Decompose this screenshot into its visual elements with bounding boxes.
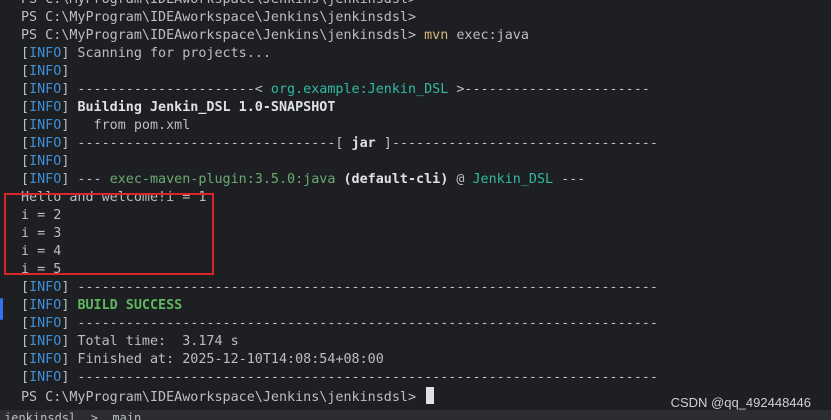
info-tag: INFO	[29, 154, 62, 169]
info-tag: INFO	[29, 298, 62, 313]
terminal-text: jar	[351, 136, 376, 151]
info-tag: INFO	[29, 82, 62, 97]
terminal-line: PS C:\MyProgram\IDEAworkspace\Jenkins\je…	[21, 387, 658, 405]
terminal-text: BUILD SUCCESS	[77, 298, 183, 313]
terminal-line: [INFO] ---------------------------------…	[21, 369, 658, 387]
terminal-text: ]	[61, 100, 78, 115]
terminal-text: ] --------------------------------[	[61, 136, 352, 151]
terminal-text: ]	[61, 298, 78, 313]
info-tag: INFO	[29, 280, 62, 295]
info-tag: INFO	[29, 46, 62, 61]
terminal-text: ]---------------------------------	[375, 136, 658, 151]
terminal-text: ---	[553, 172, 586, 187]
terminal-line: [INFO] Scanning for projects...	[21, 45, 658, 63]
terminal-text: mvn	[424, 28, 449, 43]
terminal-text: (default-cli)	[343, 172, 449, 187]
terminal-line: [INFO] Finished at: 2025-12-10T14:08:54+…	[21, 351, 658, 369]
terminal-text: [	[21, 154, 30, 169]
info-tag: INFO	[29, 370, 62, 385]
terminal-text: @	[448, 172, 473, 187]
terminal-line: [INFO] ---------------------------------…	[21, 279, 658, 297]
text-cursor	[426, 387, 435, 404]
terminal-text: [	[21, 298, 30, 313]
terminal-line: [INFO] Building Jenkin_DSL 1.0-SNAPSHOT	[21, 99, 658, 117]
info-tag: INFO	[29, 352, 62, 367]
terminal-text: exec-maven-plugin:3.5.0:java	[109, 172, 336, 187]
terminal-text: Building Jenkin_DSL 1.0-SNAPSHOT	[77, 100, 336, 115]
terminal-text: org.example:Jenkin_DSL	[270, 82, 449, 97]
terminal-line: PS C:\MyProgram\IDEAworkspace\Jenkins\je…	[21, 0, 658, 9]
info-tag: INFO	[29, 136, 62, 151]
terminal-line: [INFO] Total time: 3.174 s	[21, 333, 658, 351]
info-tag: INFO	[29, 172, 62, 187]
terminal-text: ] --------------------------------------…	[61, 280, 658, 295]
terminal-text: PS C:\MyProgram\IDEAworkspace\Jenkins\je…	[21, 28, 425, 43]
terminal-text: [	[21, 118, 30, 133]
terminal-text: [	[21, 46, 30, 61]
terminal-text: [	[21, 100, 30, 115]
terminal-line: [INFO] ---------------------------------…	[21, 315, 658, 333]
terminal-text: ] ----------------------<	[61, 82, 271, 97]
terminal-text: [	[21, 64, 30, 79]
terminal-text: PS C:\MyProgram\IDEAworkspace\Jenkins\je…	[21, 10, 417, 25]
terminal-text: ] from pom.xml	[61, 118, 191, 133]
terminal-text: [	[21, 370, 30, 385]
terminal-panel[interactable]: PS C:\MyProgram\IDEAworkspace\Jenkins\je…	[0, 0, 831, 410]
terminal-text: ] --------------------------------------…	[61, 316, 658, 331]
info-tag: INFO	[29, 334, 62, 349]
terminal-text: [	[21, 172, 30, 187]
terminal-line: [INFO] --------------------------------[…	[21, 135, 658, 153]
terminal-text: ] --------------------------------------…	[61, 370, 658, 385]
terminal-text: ] Total time: 3.174 s	[61, 334, 239, 349]
terminal-text: [	[21, 82, 30, 97]
gutter-marker	[0, 298, 3, 320]
status-bar-breadcrumb: jenkinsdsl > main	[4, 411, 142, 420]
terminal-text: exec:java	[448, 28, 529, 43]
terminal-text: ] Scanning for projects...	[61, 46, 271, 61]
watermark: CSDN @qq_492448446	[670, 395, 811, 410]
terminal-text: PS C:\MyProgram\IDEAworkspace\Jenkins\je…	[21, 0, 416, 7]
terminal-line: [INFO] ----------------------< org.examp…	[21, 81, 658, 99]
terminal-line: [INFO] --- exec-maven-plugin:3.5.0:java …	[21, 171, 658, 189]
terminal-text: [	[21, 136, 30, 151]
terminal-text: PS C:\MyProgram\IDEAworkspace\Jenkins\je…	[21, 390, 425, 405]
terminal-line: [INFO]	[21, 153, 658, 171]
terminal-text: [	[21, 334, 30, 349]
terminal-text: ] ---	[61, 172, 110, 187]
info-tag: INFO	[29, 100, 62, 115]
info-tag: INFO	[29, 118, 62, 133]
terminal-text: [	[21, 352, 30, 367]
terminal-text: [	[21, 316, 30, 331]
info-tag: INFO	[29, 64, 62, 79]
status-bar: jenkinsdsl > main	[0, 410, 831, 420]
info-tag: INFO	[29, 316, 62, 331]
red-highlight-box	[4, 193, 214, 275]
terminal-text: ]	[61, 154, 70, 169]
terminal-line: PS C:\MyProgram\IDEAworkspace\Jenkins\je…	[21, 27, 658, 45]
terminal-line: PS C:\MyProgram\IDEAworkspace\Jenkins\je…	[21, 9, 658, 27]
terminal-text: ]	[61, 64, 70, 79]
terminal-text: Jenkin_DSL	[472, 172, 554, 187]
terminal-text: >-----------------------	[448, 82, 650, 97]
terminal-text: [	[21, 280, 30, 295]
terminal-line: [INFO] BUILD SUCCESS	[21, 297, 658, 315]
terminal-text: ] Finished at: 2025-12-10T14:08:54+08:00	[61, 352, 384, 367]
terminal-line: [INFO] from pom.xml	[21, 117, 658, 135]
terminal-line: [INFO]	[21, 63, 658, 81]
